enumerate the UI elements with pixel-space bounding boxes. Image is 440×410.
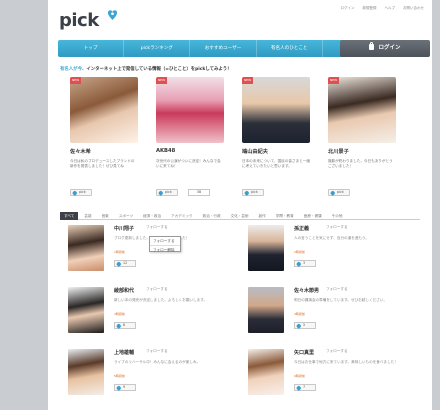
celeb-photo[interactable]: NEW	[156, 77, 224, 143]
follow-menu-popup: フォローする フォロー解除	[149, 236, 181, 252]
user-photo[interactable]	[248, 349, 284, 395]
celeb-desc: 今日は私のプロデュースしたブランドの新作を発表しました！ぜひ見てね	[70, 159, 135, 169]
post-time: 5時間前	[114, 374, 125, 378]
follow-button[interactable]: フォローする	[326, 287, 348, 292]
top-link[interactable]: 新規登録	[363, 6, 377, 11]
user-name[interactable]: 綾部和代	[114, 287, 134, 294]
user-photo[interactable]	[68, 287, 104, 333]
top-link[interactable]: ヘルプ	[385, 6, 396, 11]
tab-category[interactable]: 創作	[255, 212, 270, 220]
tab-category[interactable]: その他	[328, 212, 347, 220]
user-name[interactable]: 佐々木節男	[294, 287, 319, 294]
nav-ranking[interactable]: pickランキング	[124, 40, 191, 57]
list-item[interactable]: 佐々木節男 フォローする 明日の講演会の準備をしています。ぜひお越しください。 …	[240, 287, 415, 345]
user-desc: 新しい本の発売が決定しました。よろしくお願いします。	[114, 298, 208, 302]
list-item[interactable]: 上地雄輔 フォローする ライブのリハーサル中！みんなに会えるのが楽しみ。 5時間…	[60, 349, 235, 407]
celeb-desc: 日本の未来について、国民の皆さまと一緒に考えていきたいと思います。	[242, 159, 310, 169]
category-tabs: すべて 芸能 音楽 スポーツ 経済・政治 アカデミック 政治・行政 文化・芸術 …	[60, 211, 420, 220]
follow-button[interactable]: フォローする	[146, 287, 168, 292]
pick-count-button[interactable]: 3	[294, 260, 316, 267]
follow-button[interactable]: フォローする	[146, 225, 168, 230]
celeb-name[interactable]: AKB48	[156, 148, 175, 154]
celeb-card[interactable]: NEW AKB48 次世代の公演がついに決定！みんなで会いに来てね！ pick …	[146, 77, 226, 202]
user-desc: 明日の講演会の準備をしています。ぜひお越しください。	[294, 298, 387, 302]
list-item[interactable]: 中川翔子 フォローする ブログ更新しました。今日もいい一日でした！ 1時間前 1…	[60, 225, 235, 283]
celeb-card[interactable]: NEW 北川景子 撮影が終わりました。今日もありがとうございました！ pick	[318, 77, 398, 202]
celeb-desc: 撮影が終わりました。今日もありがとうございました！	[328, 159, 393, 169]
user-photo[interactable]	[68, 225, 104, 271]
pick-count: 38	[188, 189, 210, 196]
featured-celebs: NEW 佐々木希 今日は私のプロデュースしたブランドの新作を発表しました！ぜひ見…	[60, 77, 420, 202]
popup-item-follow[interactable]: フォローする	[150, 237, 180, 246]
list-item[interactable]: 孫正義 フォローする 人の言うことを気にせず、自分の道を進もう。 2時間前 3	[240, 225, 415, 283]
page: ログイン 新規登録 ヘルプ お問い合わせ pick トップ pickランキング …	[48, 0, 432, 410]
nav-celeb-words[interactable]: 有名人のひとこと	[257, 40, 323, 57]
pick-count-button[interactable]: 5	[294, 322, 316, 329]
pick-button[interactable]: pick	[242, 189, 264, 196]
new-badge: NEW	[328, 77, 339, 84]
list-item[interactable]: 矢口真里 フォローする 今日はお仕事で地方に来ています。美味しいものを食べました…	[240, 349, 415, 407]
post-time: 6時間前	[294, 374, 305, 378]
celeb-photo[interactable]: NEW	[242, 77, 310, 143]
user-photo[interactable]	[248, 287, 284, 333]
popup-item-unfollow[interactable]: フォロー解除	[150, 246, 180, 254]
tab-category[interactable]: 音楽	[98, 212, 113, 220]
nav-top[interactable]: トップ	[58, 40, 125, 57]
intro-text: 有名人が今、インターネット上で発信している情報（=ひとこと）をpickしてみよう…	[60, 67, 232, 72]
user-desc: 今日はお仕事で地方に来ています。美味しいものを食べました！	[294, 360, 398, 364]
celeb-card[interactable]: NEW 佐々木希 今日は私のプロデュースしたブランドの新作を発表しました！ぜひ見…	[60, 77, 140, 202]
tab-category[interactable]: 文化・芸術	[227, 212, 253, 220]
user-name[interactable]: 上地雄輔	[114, 349, 134, 356]
post-time: 2時間前	[294, 250, 305, 254]
lock-icon	[369, 41, 375, 50]
nav-recommended-users[interactable]: おすすめユーザー	[190, 40, 257, 57]
celeb-desc: 次世代の公演がついに決定！みんなで会いに来てね！	[156, 159, 221, 169]
user-desc: 人の言うことを気にせず、自分の道を進もう。	[294, 236, 369, 240]
user-photo[interactable]	[68, 349, 104, 395]
tab-category[interactable]: アカデミック	[167, 212, 197, 220]
tab-category[interactable]: 政治・行政	[199, 212, 225, 220]
celeb-card[interactable]: NEW 鳩山由紀夫 日本の未来について、国民の皆さまと一緒に考えていきたいと思い…	[232, 77, 312, 202]
pick-count-button[interactable]: 7	[294, 384, 316, 391]
user-photo[interactable]	[248, 225, 284, 271]
follow-button[interactable]: フォローする	[326, 349, 348, 354]
tab-all[interactable]: すべて	[60, 211, 79, 220]
user-name[interactable]: 矢口真里	[294, 349, 314, 356]
main-nav: トップ pickランキング おすすめユーザー 有名人のひとこと pickとは	[58, 40, 388, 57]
celeb-name[interactable]: 鳩山由紀夫	[242, 148, 268, 155]
login-button[interactable]: ログイン	[340, 40, 430, 57]
follow-button[interactable]: フォローする	[326, 225, 348, 230]
celeb-photo[interactable]: NEW	[70, 77, 138, 143]
top-links: ログイン 新規登録 ヘルプ お問い合わせ	[341, 6, 425, 11]
user-name[interactable]: 孫正義	[294, 225, 309, 232]
tab-category[interactable]: 経済・政治	[139, 212, 165, 220]
pick-count-button[interactable]: 9	[114, 384, 136, 391]
post-time: 3時間前	[114, 312, 125, 316]
tab-category[interactable]: 学問・教育	[272, 212, 298, 220]
pick-count-button[interactable]: 8	[114, 322, 136, 329]
celeb-name[interactable]: 北川景子	[328, 148, 349, 155]
list-item[interactable]: 綾部和代 フォローする 新しい本の発売が決定しました。よろしくお願いします。 3…	[60, 287, 235, 345]
new-badge: NEW	[156, 77, 167, 84]
pick-button[interactable]: pick	[156, 189, 178, 196]
new-badge: NEW	[70, 77, 81, 84]
new-badge: NEW	[242, 77, 253, 84]
follow-button[interactable]: フォローする	[146, 349, 168, 354]
top-link[interactable]: お問い合わせ	[403, 6, 424, 11]
logo-pin-icon	[108, 10, 117, 20]
top-link[interactable]: ログイン	[341, 6, 355, 11]
user-desc: ライブのリハーサル中！みんなに会えるのが楽しみ。	[114, 360, 201, 364]
post-time: 1時間前	[114, 250, 125, 254]
tab-category[interactable]: スポーツ	[115, 212, 137, 220]
tab-category[interactable]: 芸能	[80, 212, 95, 220]
pick-count-button[interactable]: 12	[114, 260, 136, 267]
pick-button[interactable]: pick	[70, 189, 92, 196]
celeb-name[interactable]: 佐々木希	[70, 148, 91, 155]
user-name[interactable]: 中川翔子	[114, 225, 134, 232]
pick-button[interactable]: pick	[328, 189, 350, 196]
site-logo[interactable]: pick	[59, 10, 99, 31]
celeb-photo[interactable]: NEW	[328, 77, 396, 143]
tab-category[interactable]: 医療・健康	[300, 212, 326, 220]
post-time: 4時間前	[294, 312, 305, 316]
